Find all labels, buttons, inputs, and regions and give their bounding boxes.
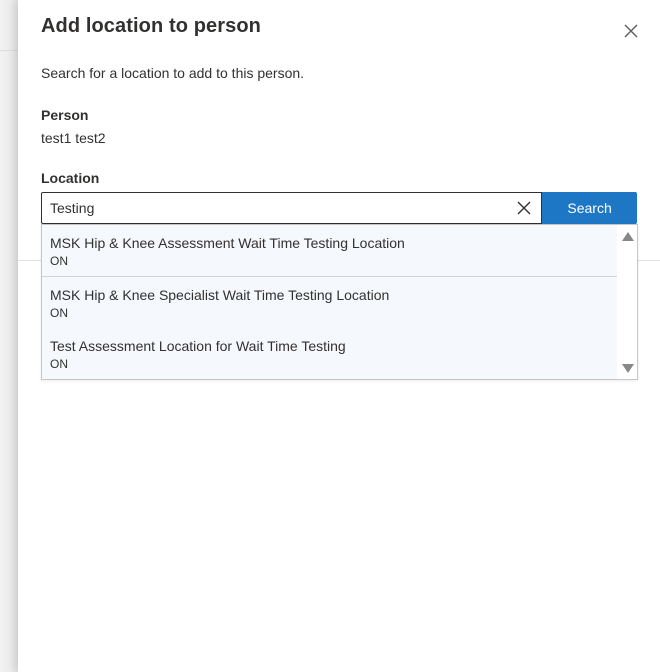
location-search-input[interactable]	[42, 200, 498, 216]
result-item[interactable]: MSK Hip & Knee Specialist Wait Time Test…	[42, 277, 617, 329]
panel-title: Add location to person	[41, 15, 261, 37]
scroll-up-button[interactable]	[620, 229, 636, 243]
close-button[interactable]	[618, 18, 644, 44]
backdrop-strip	[0, 0, 18, 672]
person-label: Person	[41, 107, 89, 123]
search-button[interactable]: Search	[542, 192, 637, 224]
triangle-down-icon	[622, 363, 634, 373]
location-search-row: Search	[41, 192, 637, 224]
result-name: MSK Hip & Knee Assessment Wait Time Test…	[50, 235, 405, 251]
location-results-dropdown: MSK Hip & Knee Assessment Wait Time Test…	[41, 224, 638, 380]
person-value: test1 test2	[41, 130, 106, 146]
result-region: ON	[50, 357, 68, 371]
result-item[interactable]: MSK Hip & Knee Assessment Wait Time Test…	[42, 225, 617, 277]
triangle-up-icon	[622, 231, 634, 241]
result-region: ON	[50, 254, 68, 268]
panel-subtitle: Search for a location to add to this per…	[41, 65, 305, 81]
clear-search-button[interactable]	[515, 199, 533, 217]
result-item[interactable]: Test Assessment Location for Wait Time T…	[42, 328, 617, 379]
backdrop-divider	[0, 50, 18, 51]
location-search-box	[41, 192, 543, 224]
result-name: Test Assessment Location for Wait Time T…	[50, 338, 346, 354]
close-icon	[624, 24, 638, 38]
scroll-down-button[interactable]	[620, 361, 636, 375]
result-region: ON	[50, 306, 68, 320]
dropdown-scrollbar[interactable]	[618, 225, 637, 379]
result-name: MSK Hip & Knee Specialist Wait Time Test…	[50, 287, 390, 303]
add-location-panel: Add location to person Search for a loca…	[18, 0, 660, 672]
location-label: Location	[41, 170, 100, 186]
clear-icon	[517, 201, 531, 215]
